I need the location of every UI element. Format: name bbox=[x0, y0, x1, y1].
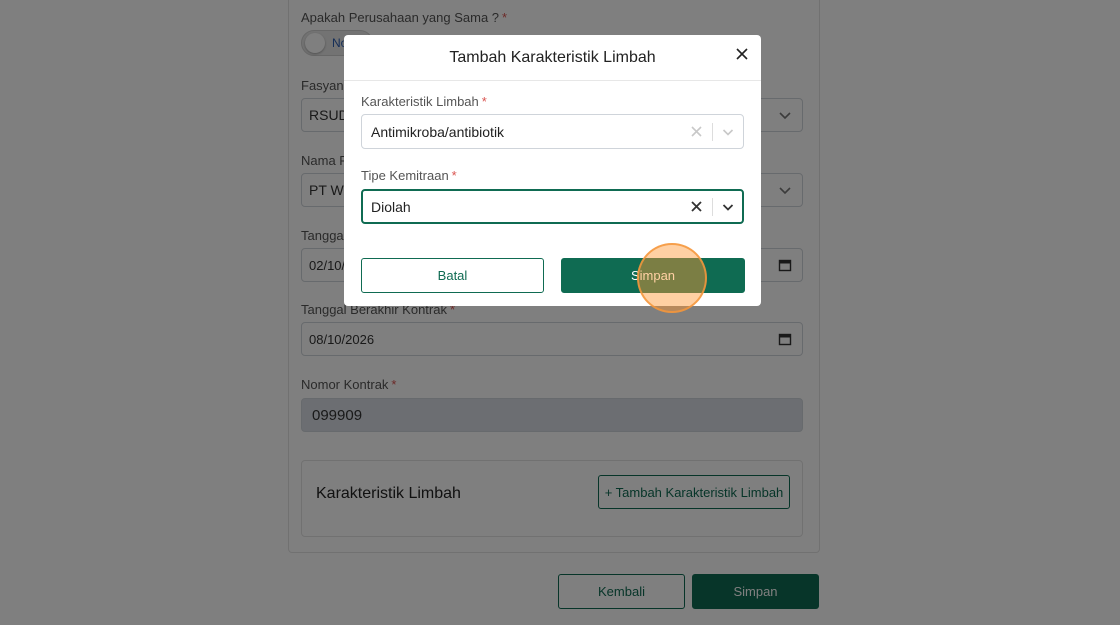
add-karakteristik-modal: Tambah Karakteristik Limbah Karakteristi… bbox=[344, 35, 761, 306]
karakteristik-value: Antimikroba/antibiotik bbox=[371, 124, 505, 140]
karakteristik-select[interactable]: Antimikroba/antibiotik bbox=[361, 114, 744, 149]
required-mark: * bbox=[451, 168, 457, 183]
tipe-kemitraan-label: Tipe Kemitraan * bbox=[361, 168, 457, 183]
chevron-down-icon[interactable] bbox=[722, 201, 734, 213]
select-separator bbox=[712, 123, 713, 141]
tipe-kemitraan-value: Diolah bbox=[371, 199, 411, 215]
clear-icon[interactable] bbox=[691, 201, 702, 212]
cancel-button[interactable]: Batal bbox=[361, 258, 544, 293]
modal-header: Tambah Karakteristik Limbah bbox=[344, 35, 761, 81]
modal-title: Tambah Karakteristik Limbah bbox=[449, 49, 656, 66]
modal-save-button[interactable]: Simpan bbox=[561, 258, 745, 293]
karakteristik-label: Karakteristik Limbah * bbox=[361, 94, 487, 109]
clear-icon[interactable] bbox=[691, 126, 702, 137]
tipe-kemitraan-label-text: Tipe Kemitraan bbox=[361, 168, 449, 183]
close-icon[interactable] bbox=[735, 47, 749, 61]
required-mark: * bbox=[481, 94, 487, 109]
tipe-kemitraan-select[interactable]: Diolah bbox=[361, 189, 744, 224]
select-separator bbox=[712, 198, 713, 216]
karakteristik-label-text: Karakteristik Limbah bbox=[361, 94, 479, 109]
chevron-down-icon[interactable] bbox=[722, 126, 734, 138]
